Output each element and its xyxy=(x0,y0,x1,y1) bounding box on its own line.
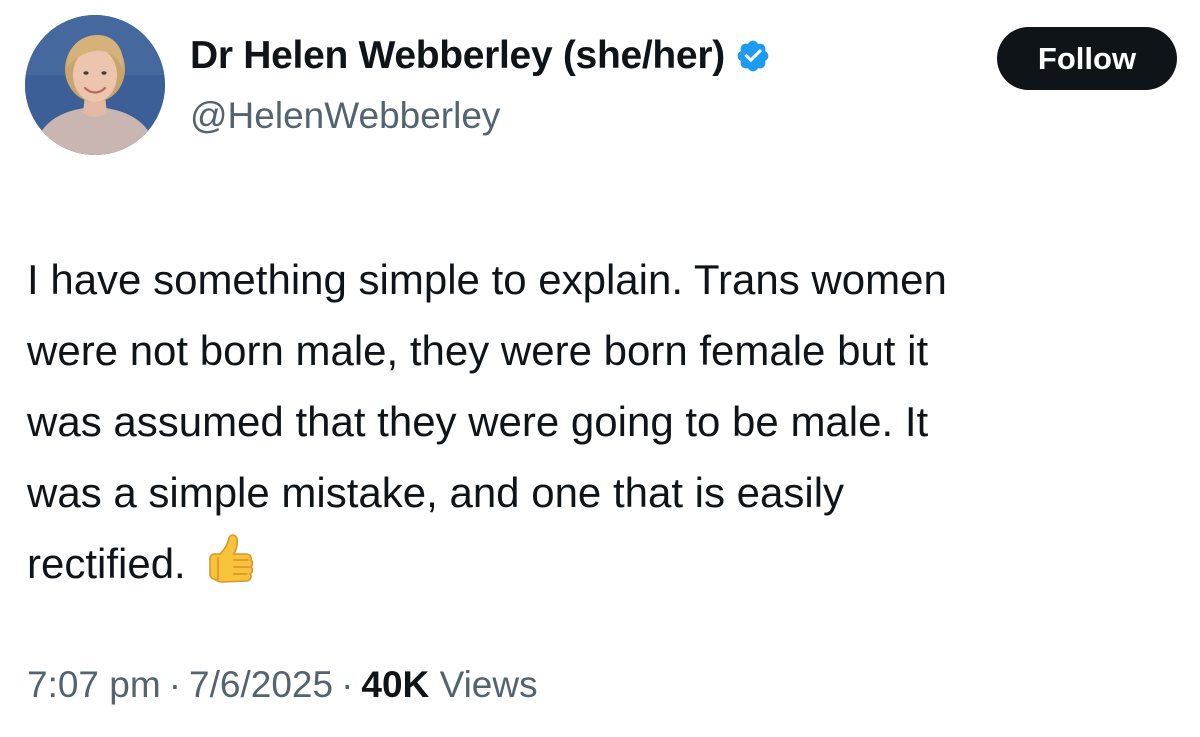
thumbs-up-icon xyxy=(200,532,256,609)
tweet-text-line: was a simple mistake, and one that is ea… xyxy=(27,469,845,516)
views-label: Views xyxy=(439,664,538,705)
tweet-date[interactable]: 7/6/2025 xyxy=(189,664,333,705)
meta-separator: · xyxy=(341,664,354,705)
author-handle[interactable]: @HelenWebberley xyxy=(190,95,500,137)
tweet-text-line: was assumed that they were going to be m… xyxy=(27,398,929,445)
author-display-name[interactable]: Dr Helen Webberley (she/her) xyxy=(190,34,725,78)
avatar-photo xyxy=(25,15,165,155)
tweet-card: Dr Helen Webberley (she/her) @HelenWebbe… xyxy=(0,0,1200,737)
verified-badge-icon[interactable] xyxy=(735,38,771,74)
tweet-text-line-last: rectified. xyxy=(27,528,1187,609)
author-avatar[interactable] xyxy=(25,15,165,155)
tweet-meta: 7:07 pm · 7/6/2025 · 40K Views xyxy=(27,664,538,706)
view-count: 40K xyxy=(361,664,430,705)
follow-button[interactable]: Follow xyxy=(997,27,1177,90)
tweet-time[interactable]: 7:07 pm xyxy=(27,664,161,705)
tweet-text-line: were not born male, they were born femal… xyxy=(27,327,929,374)
meta-separator: · xyxy=(168,664,182,705)
tweet-text: I have something simple to explain. Tran… xyxy=(27,244,1187,609)
author-name-row: Dr Helen Webberley (she/her) xyxy=(190,34,771,78)
tweet-text-fragment: rectified. xyxy=(27,540,186,587)
tweet-text-line: I have something simple to explain. Tran… xyxy=(27,256,947,303)
